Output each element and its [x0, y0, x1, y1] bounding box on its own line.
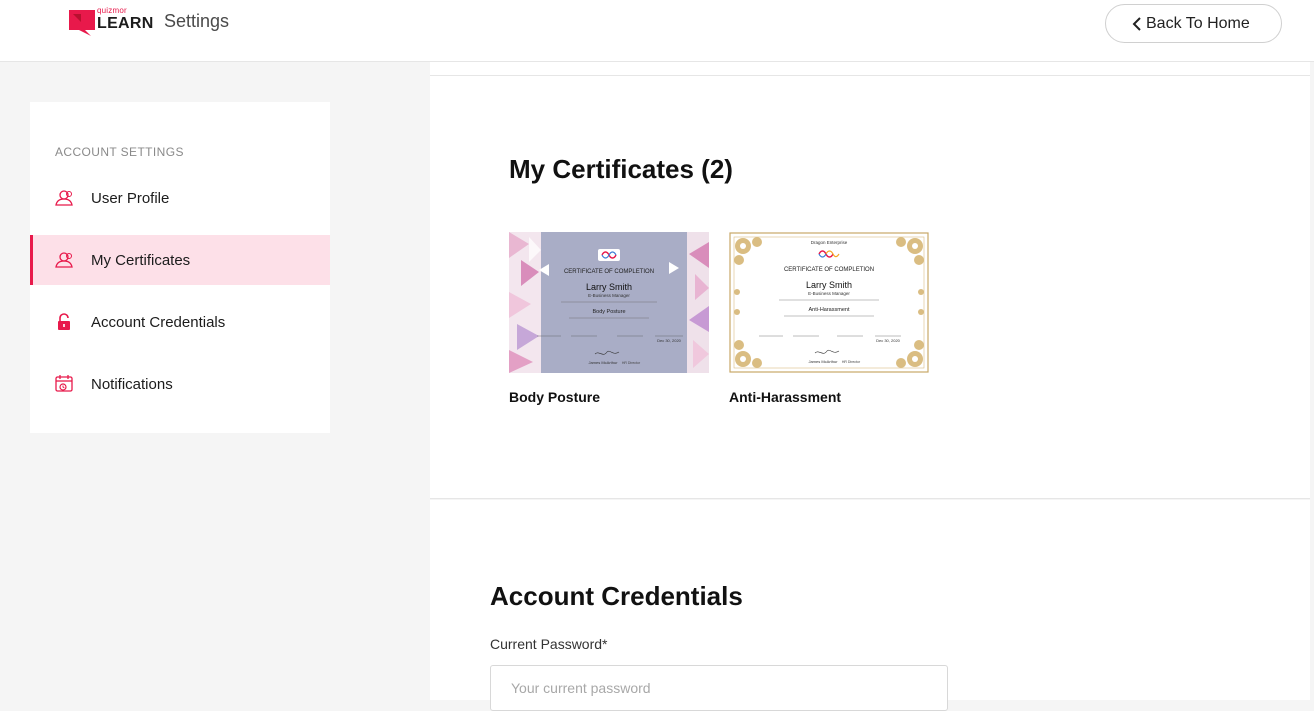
- cert-heading: CERTIFICATE OF COMPLETION: [564, 269, 654, 275]
- logo-mark-icon: [69, 10, 95, 36]
- back-to-home-label: Back To Home: [1146, 14, 1250, 32]
- sidebar-heading: ACCOUNT SETTINGS: [55, 145, 184, 159]
- cert-signer: James McArthur: [588, 360, 618, 365]
- sidebar-item-label: Notifications: [91, 375, 173, 393]
- sidebar-item-label: Account Credentials: [91, 313, 226, 331]
- cert-role: E-Business Manager: [588, 293, 630, 298]
- back-to-home-button[interactable]: Back To Home: [1105, 4, 1282, 43]
- cert-recipient: Larry Smith: [806, 280, 852, 290]
- cert-role: E-Business Manager: [808, 291, 850, 296]
- notification-icon: [54, 374, 74, 394]
- cert-signer: James McArthur: [808, 359, 838, 364]
- certificate-name: Anti-Harassment: [729, 389, 842, 405]
- cert-signer-role: HR Director: [622, 361, 641, 365]
- sidebar-item-label: My Certificates: [91, 251, 191, 269]
- logo-small-text: quizmor: [97, 6, 127, 15]
- certificate-card-anti-harassment[interactable]: Dragon Enterprise CERTIFICATE OF COMPLET…: [729, 232, 929, 405]
- cert-signer-role: HR Director: [842, 360, 861, 364]
- account-credentials-section: Account Credentials Current Password*: [430, 500, 1310, 711]
- sidebar-item-my-certificates[interactable]: My Certificates: [30, 235, 330, 285]
- certificate-name: Body Posture: [509, 389, 601, 405]
- sidebar-item-account-credentials[interactable]: Account Credentials: [30, 297, 330, 347]
- sidebar-item-notifications[interactable]: Notifications: [30, 359, 330, 409]
- chevron-left-icon: [1132, 16, 1141, 31]
- certificate-thumbnail: CERTIFICATE OF COMPLETION Larry Smith E-…: [509, 232, 709, 373]
- credentials-title: Account Credentials: [490, 581, 743, 611]
- cert-org: Dragon Enterprise: [811, 240, 848, 245]
- sidebar-item-user-profile[interactable]: User Profile: [30, 173, 330, 223]
- sidebar-item-label: User Profile: [91, 189, 170, 207]
- cert-course: Body Posture: [592, 309, 625, 315]
- current-password-input[interactable]: [490, 665, 948, 711]
- page-title: Settings: [164, 11, 230, 31]
- quizmor-learn-logo[interactable]: quizmor LEARN: [69, 6, 153, 38]
- logo-word: LEARN: [97, 15, 154, 32]
- certificate-card-body-posture[interactable]: CERTIFICATE OF COMPLETION Larry Smith E-…: [509, 232, 709, 405]
- certificates-title: My Certificates (2): [509, 154, 733, 184]
- current-password-label: Current Password*: [490, 636, 608, 652]
- lock-icon: [54, 312, 74, 332]
- cert-heading: CERTIFICATE OF COMPLETION: [784, 267, 874, 273]
- cert-course: Anti-Harassment: [809, 307, 850, 313]
- cert-date: Dec 30, 2020: [657, 338, 682, 343]
- cert-date: Dec 30, 2020: [876, 338, 901, 343]
- user-profile-icon: [54, 188, 74, 208]
- certificate-icon: [54, 250, 74, 270]
- settings-sidebar: ACCOUNT SETTINGS User Profile My Certifi…: [30, 102, 330, 433]
- top-header: quizmor LEARN Settings Back To Home: [0, 0, 1314, 62]
- my-certificates-section: My Certificates (2) CERTIFICATE OF COMPL…: [430, 76, 1310, 499]
- previous-section-bottom: [430, 62, 1310, 76]
- certificate-thumbnail: Dragon Enterprise CERTIFICATE OF COMPLET…: [729, 232, 929, 373]
- cert-recipient: Larry Smith: [586, 282, 632, 292]
